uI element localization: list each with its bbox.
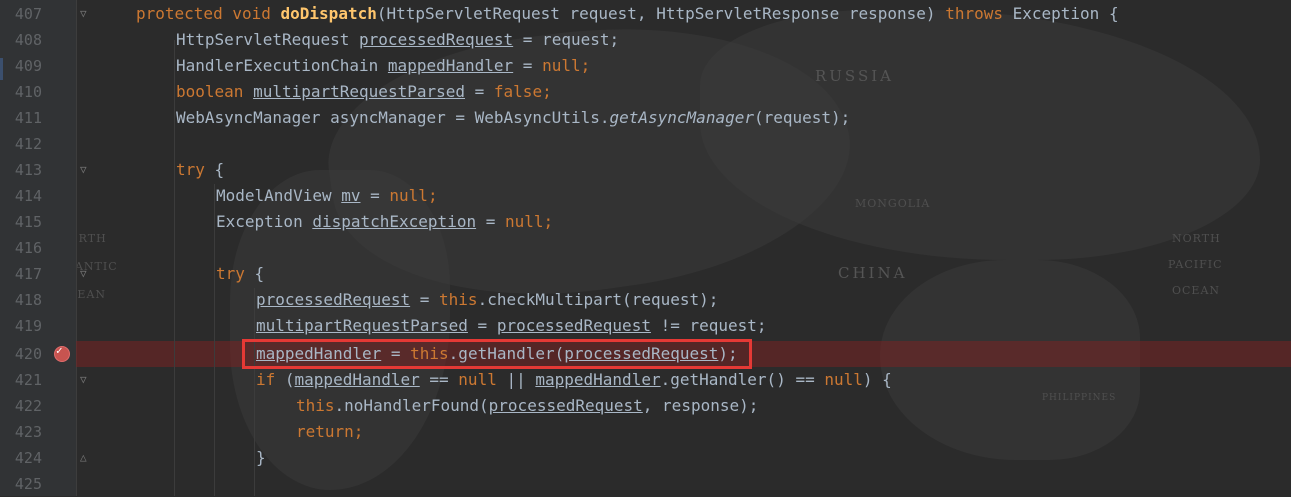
code-line-412[interactable]: 412 (15, 131, 1291, 157)
fold-icon[interactable]: △ (80, 452, 90, 464)
line-number[interactable]: 413 (0, 157, 42, 183)
code-text[interactable]: Exception dispatchException = null; (216, 209, 553, 235)
line-number[interactable]: 421 (0, 367, 42, 393)
annotation-highlight-box (242, 339, 752, 369)
code-text[interactable]: HttpServletRequest processedRequest = re… (176, 27, 619, 53)
line-number[interactable]: 412 (0, 131, 42, 157)
line-number[interactable]: 419 (0, 313, 42, 339)
line-number[interactable]: 418 (0, 287, 42, 313)
line-number[interactable]: 420 (0, 341, 42, 367)
code-line-415[interactable]: 415 Exception dispatchException = null; (15, 209, 1291, 235)
code-line-409[interactable]: 409 HandlerExecutionChain mappedHandler … (15, 53, 1291, 79)
code-editor[interactable]: 407 ▽ protected void doDispatch(HttpServ… (15, 0, 1291, 497)
line-number[interactable]: 411 (0, 105, 42, 131)
code-text[interactable]: try { (176, 157, 224, 183)
code-line-423[interactable]: 423 return; (15, 419, 1291, 445)
code-text[interactable]: multipartRequestParsed = processedReques… (256, 313, 767, 339)
line-number[interactable]: 410 (0, 79, 42, 105)
line-number[interactable]: 414 (0, 183, 42, 209)
fold-icon[interactable]: ▽ (80, 8, 90, 20)
code-line-422[interactable]: 422 this.noHandlerFound(processedRequest… (15, 393, 1291, 419)
line-number[interactable]: 417 (0, 261, 42, 287)
code-text[interactable]: HandlerExecutionChain mappedHandler = nu… (176, 53, 590, 79)
code-line-417[interactable]: 417 ▽ try { (15, 261, 1291, 287)
code-line-418[interactable]: 418 processedRequest = this.checkMultipa… (15, 287, 1291, 313)
code-text[interactable]: WebAsyncManager asyncManager = WebAsyncU… (176, 105, 850, 131)
code-line-408[interactable]: 408 HttpServletRequest processedRequest … (15, 27, 1291, 53)
code-text[interactable]: return; (296, 419, 363, 445)
line-number[interactable]: 422 (0, 393, 42, 419)
code-line-421[interactable]: 421 ▽ if (mappedHandler == null || mappe… (15, 367, 1291, 393)
code-line-407[interactable]: 407 ▽ protected void doDispatch(HttpServ… (15, 1, 1291, 27)
breakpoint-check-icon: ✓ (56, 344, 63, 357)
code-line-424[interactable]: 424 △ } (15, 445, 1291, 471)
line-number[interactable]: 408 (0, 27, 42, 53)
code-line-413[interactable]: 413 ▽ try { (15, 157, 1291, 183)
code-line-425[interactable]: 425 (15, 471, 1291, 497)
fold-icon[interactable]: ▽ (80, 268, 90, 280)
fold-icon[interactable]: ▽ (80, 164, 90, 176)
code-text[interactable]: try { (216, 261, 264, 287)
code-text[interactable]: this.noHandlerFound(processedRequest, re… (296, 393, 758, 419)
fold-icon[interactable]: ▽ (80, 374, 90, 386)
line-number[interactable]: 415 (0, 209, 42, 235)
code-text[interactable]: protected void doDispatch(HttpServletReq… (136, 1, 1119, 27)
code-text[interactable]: if (mappedHandler == null || mappedHandl… (256, 367, 892, 393)
line-number[interactable]: 407 (0, 1, 42, 27)
line-number[interactable]: 416 (0, 235, 42, 261)
code-text[interactable]: ModelAndView mv = null; (216, 183, 438, 209)
code-line-419[interactable]: 419 multipartRequestParsed = processedRe… (15, 313, 1291, 339)
line-number[interactable]: 424 (0, 445, 42, 471)
line-number[interactable]: 409 (0, 53, 42, 79)
line-number[interactable]: 425 (0, 471, 42, 497)
code-text[interactable]: } (256, 445, 266, 471)
code-text[interactable]: processedRequest = this.checkMultipart(r… (256, 287, 718, 313)
code-text[interactable]: boolean multipartRequestParsed = false; (176, 79, 552, 105)
code-line-414[interactable]: 414 ModelAndView mv = null; (15, 183, 1291, 209)
code-line-411[interactable]: 411 WebAsyncManager asyncManager = WebAs… (15, 105, 1291, 131)
code-line-416[interactable]: 416 (15, 235, 1291, 261)
code-line-410[interactable]: 410 boolean multipartRequestParsed = fal… (15, 79, 1291, 105)
line-number[interactable]: 423 (0, 419, 42, 445)
